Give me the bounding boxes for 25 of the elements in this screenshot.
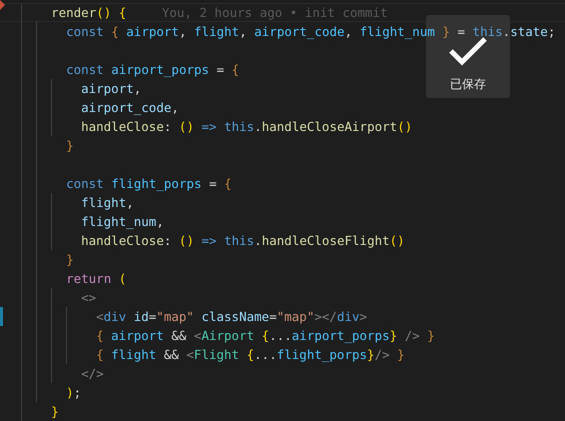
blame-annotation: You, 2 hours ago • init commit (162, 5, 388, 20)
checkmark-icon (448, 36, 488, 66)
code-line: airport, (81, 81, 142, 96)
code-line: </> (81, 366, 104, 381)
code-line: handleClose: () => this.handleCloseFlight() (81, 233, 405, 248)
code-line: const airport_porps = { (66, 62, 240, 77)
code-line: flight_num, (81, 214, 164, 229)
code-line: { flight && <Flight {...flight_porps}/> } (96, 347, 405, 362)
code-line: ); (66, 385, 82, 400)
code-line: } (66, 252, 74, 267)
code-line: <div id="map" className="map"></div> (96, 309, 368, 324)
code-line: const flight_porps = { (66, 176, 232, 191)
code-line: const { airport, flight, airport_code, flight_num } = this.state; (66, 24, 556, 39)
code-line: return ( (66, 271, 126, 286)
code-line: } (66, 138, 74, 153)
code-line: handleClose: () => this.handleCloseAirport() (81, 119, 412, 134)
code-line: { airport && <Airport {...airport_porps} /> } (96, 328, 435, 343)
code-line: } (51, 404, 59, 419)
deleted-lines-marker[interactable] (0, 0, 5, 10)
toast-message: 已保存 (450, 76, 486, 93)
code-line: flight, (81, 195, 134, 210)
code-line: airport_code, (81, 100, 179, 115)
code-line: <> (81, 290, 96, 305)
code-line: render() { (51, 5, 126, 20)
modified-line-marker[interactable] (0, 307, 3, 326)
